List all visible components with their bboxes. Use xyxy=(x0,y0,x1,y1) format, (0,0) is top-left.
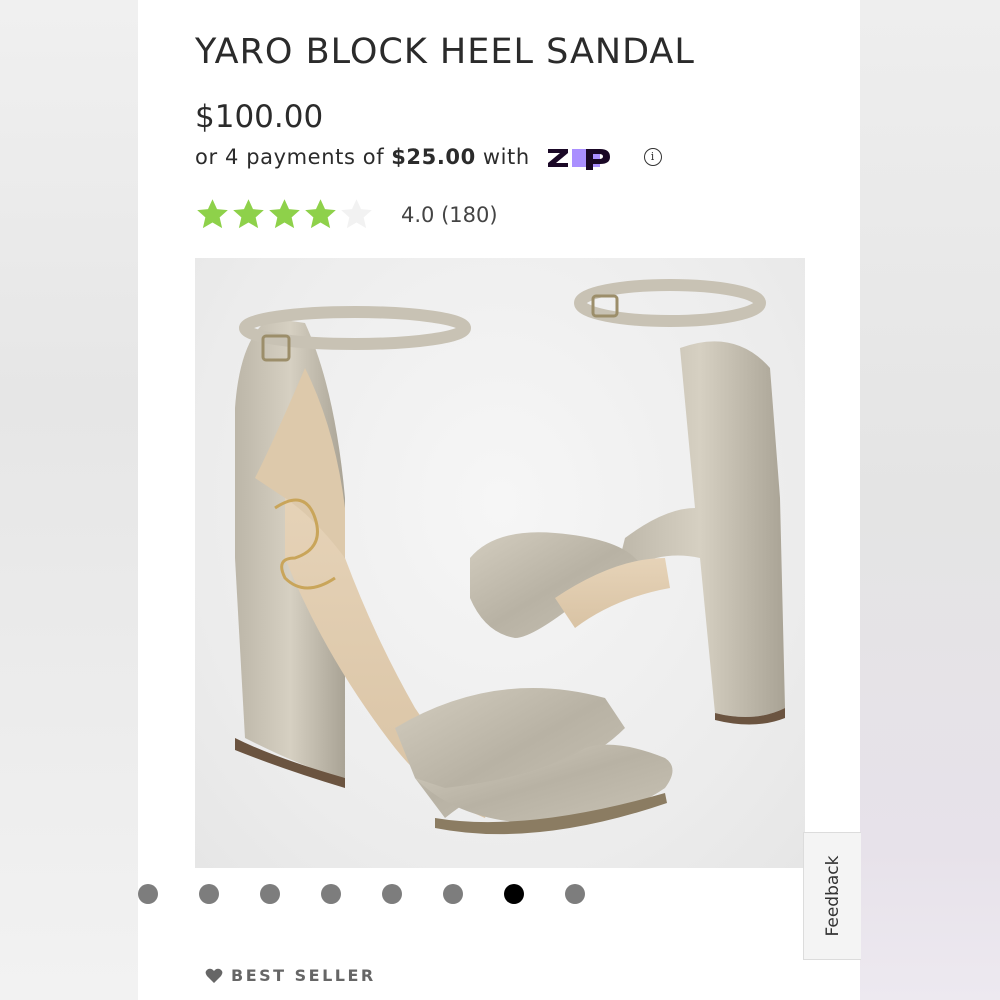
product-page: YARO BLOCK HEEL SANDAL $100.00 or 4 paym… xyxy=(138,0,861,1000)
gallery-dot[interactable] xyxy=(138,884,158,904)
gallery-pagination xyxy=(138,884,585,904)
best-seller-badge: BEST SELLER xyxy=(205,966,376,985)
right-backdrop xyxy=(860,0,1000,1000)
rating-stars xyxy=(195,197,375,232)
gallery-dot[interactable] xyxy=(199,884,219,904)
feedback-label: Feedback xyxy=(822,855,843,937)
zip-logo-icon[interactable] xyxy=(546,144,632,170)
star-filled-icon xyxy=(269,199,300,229)
gallery-dot[interactable] xyxy=(260,884,280,904)
product-image[interactable] xyxy=(195,258,805,868)
rating[interactable]: 4.0 (180) xyxy=(195,197,498,232)
rating-count: (180) xyxy=(441,202,498,227)
installment-info: or 4 payments of $25.00 with i xyxy=(195,144,662,170)
gallery-dot[interactable] xyxy=(443,884,463,904)
star-filled-icon xyxy=(233,199,264,229)
product-price: $100.00 xyxy=(195,99,324,135)
feedback-tab[interactable]: Feedback xyxy=(803,832,861,960)
info-icon[interactable]: i xyxy=(643,148,662,166)
star-filled-icon xyxy=(197,199,228,229)
installment-prefix: or 4 payments of xyxy=(195,145,385,169)
rating-score: 4.0 xyxy=(401,202,435,227)
heart-icon xyxy=(205,968,223,983)
product-title: YARO BLOCK HEEL SANDAL xyxy=(195,32,695,72)
gallery-dot[interactable] xyxy=(382,884,402,904)
star-empty-icon xyxy=(341,199,372,229)
gallery-dot[interactable] xyxy=(565,884,585,904)
left-backdrop xyxy=(0,0,138,1000)
gallery-dot-active[interactable] xyxy=(504,884,524,904)
installment-suffix: with xyxy=(482,145,530,169)
gallery-dot[interactable] xyxy=(321,884,341,904)
installment-amount: $25.00 xyxy=(391,145,476,169)
best-seller-label: BEST SELLER xyxy=(231,966,376,985)
star-filled-icon xyxy=(305,199,336,229)
